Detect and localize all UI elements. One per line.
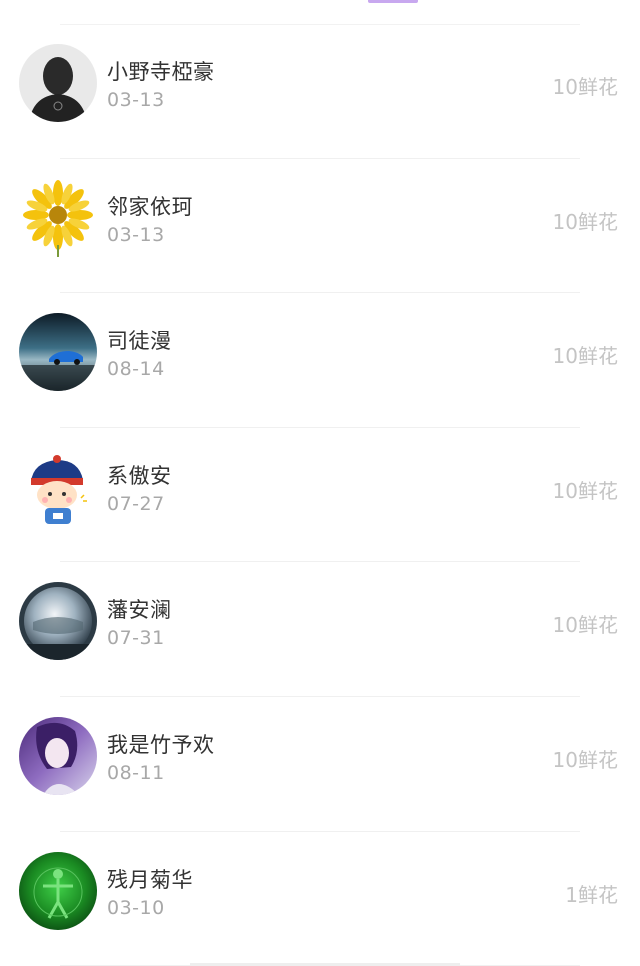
user-name[interactable]: 司徒漫	[107, 325, 172, 355]
user-name[interactable]: 小野寺椏豪	[107, 56, 215, 86]
tab-active-indicator	[368, 0, 418, 3]
gift-date: 07-31	[107, 627, 165, 650]
gift-amount: 10鲜花	[552, 209, 618, 234]
gift-amount: 10鲜花	[552, 75, 618, 99]
list-item[interactable]: 司徒漫 08-14 10鲜花	[0, 293, 640, 428]
list-item[interactable]: 残月菊华 03-10 1鲜花	[0, 832, 640, 966]
avatar[interactable]	[19, 851, 97, 930]
list-item[interactable]: 藩安澜 07-31 10鲜花	[0, 562, 640, 697]
gift-sender-list: 小野寺椏豪 03-13 10鲜花 邻家依珂 03-13 10鲜花 司徒漫 08-…	[0, 24, 640, 966]
user-name[interactable]: 邻家依珂	[107, 191, 193, 221]
user-name[interactable]: 我是竹予欢	[107, 729, 215, 759]
gift-amount: 10鲜花	[552, 747, 618, 772]
gift-date: 03-13	[107, 223, 165, 246]
list-item[interactable]: 邻家依珂 03-13 10鲜花	[0, 159, 640, 294]
gift-amount: 10鲜花	[552, 344, 618, 369]
user-name[interactable]: 藩安澜	[107, 594, 172, 624]
gift-date: 08-14	[107, 358, 165, 381]
gift-date: 08-11	[107, 761, 165, 784]
avatar[interactable]	[19, 447, 97, 526]
avatar[interactable]	[19, 716, 97, 795]
avatar[interactable]	[19, 44, 97, 122]
list-item[interactable]: 系傲安 07-27 10鲜花	[0, 428, 640, 563]
gift-date: 03-10	[107, 896, 165, 919]
gift-date: 07-27	[107, 492, 165, 515]
user-name[interactable]: 系傲安	[107, 460, 172, 490]
user-name[interactable]: 残月菊华	[107, 864, 193, 894]
gift-amount: 1鲜花	[565, 882, 618, 907]
avatar[interactable]	[19, 313, 97, 392]
gift-date: 03-13	[107, 89, 165, 111]
list-item[interactable]: 小野寺椏豪 03-13 10鲜花	[0, 24, 640, 159]
gift-amount: 10鲜花	[552, 478, 618, 503]
avatar[interactable]	[19, 582, 97, 661]
gift-amount: 10鲜花	[552, 613, 618, 638]
list-item[interactable]: 我是竹予欢 08-11 10鲜花	[0, 697, 640, 832]
avatar[interactable]	[19, 178, 97, 257]
